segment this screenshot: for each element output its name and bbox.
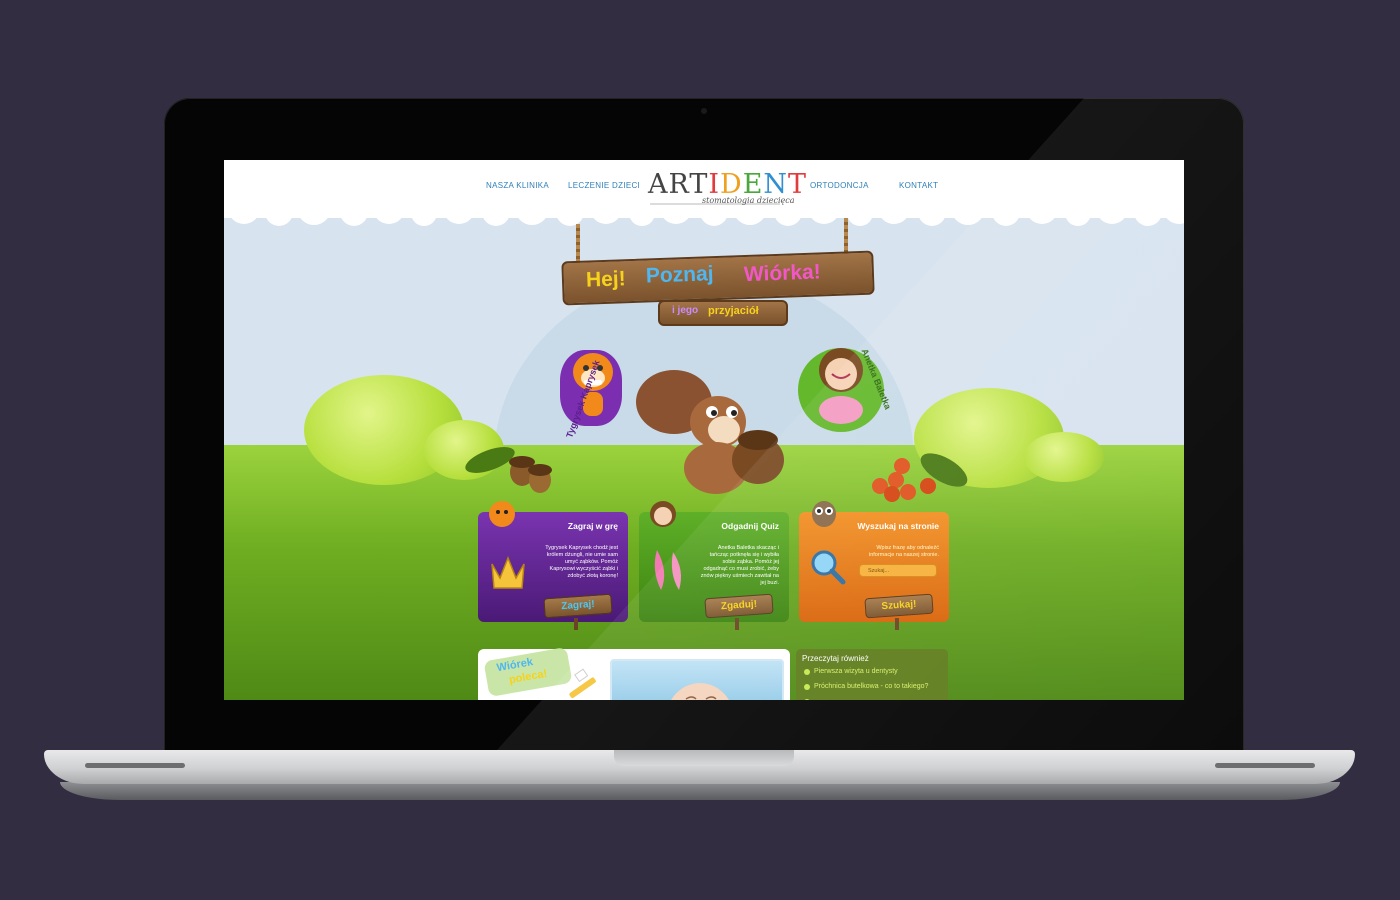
read-link-first-visit[interactable]: Pierwsza wizyta u dentysty [814,668,898,675]
nav-ortodoncja[interactable]: ORTODONCJA [810,181,869,190]
ballet-shoes-icon [654,550,681,590]
logo-underline [650,203,780,205]
card-text: Wpisz frazę aby odnaleźć informacje na n… [868,545,939,558]
tiger-avatar-icon [489,501,515,527]
hero-subsign: i jego przyjaciół [658,300,788,326]
card-play-game: Zagraj w grę Tygrysek Kaprysek chodź jes… [478,501,628,630]
search-button[interactable]: Szukaj! [864,593,934,619]
nav-nasza-klinika[interactable]: NASZA KLINIKA [486,181,549,190]
play-button[interactable]: Zagraj! [543,593,613,619]
card-title: Zagraj w grę [567,521,618,531]
read-link-bottle-caries[interactable]: Próchnica butelkowa - co to takiego? [814,683,928,690]
toothbrush-icon [569,668,596,699]
sign-post [895,618,899,630]
laptop-hinge-notch [614,750,794,766]
card-text: Tygrysek Kaprysek chodź jest królem dżun… [545,545,618,579]
owl-avatar-icon [812,501,836,527]
card-text: Anetka Baletka skacząc i tańcząc potknęł… [700,545,779,586]
child-photo [610,659,784,700]
browser-viewport: NASZA KLINIKA LECZENIE DZIECI ORTODONCJA… [224,160,1184,700]
camera-icon [701,108,707,114]
bullet-icon [804,669,810,675]
nav-leczenie-dzieci[interactable]: LECZENIE DZIECI [568,181,640,190]
speaker-slot-left [85,763,185,768]
nav-kontakt[interactable]: KONTAKT [899,181,938,190]
card-title: Odgadnij Quiz [721,521,779,531]
child-face-image [671,683,729,700]
card-search: Wyszukaj na stronie Wpisz frazę aby odna… [799,501,949,630]
bullet-icon [804,699,810,700]
anetka-avatar-icon [650,501,676,527]
laptop-base-shadow [60,782,1340,800]
card-quiz: Odgadnij Quiz Anetka Baletka skacząc i t… [639,501,789,630]
squirrel-mascot [636,370,784,494]
sign-post [735,618,739,630]
bullet-icon [804,684,810,690]
berries-decoration [872,453,968,502]
read-also-panel: Przeczytaj również Pierwsza wizyta u den… [796,649,948,700]
sign-post [574,618,578,630]
speaker-slot-right [1215,763,1315,768]
card-title: Wyszukaj na stronie [857,521,939,531]
magnifier-icon [811,550,846,585]
quiz-button[interactable]: Zgaduj! [704,593,774,619]
read-also-title: Przeczytaj również [802,654,869,663]
search-input[interactable]: Szukaj... [859,564,937,577]
acorns-decoration [465,447,552,493]
hero-sign: Hej! Poznaj Wiórka! [561,250,875,306]
crown-icon [491,555,525,589]
bush-right-small [1024,432,1104,482]
